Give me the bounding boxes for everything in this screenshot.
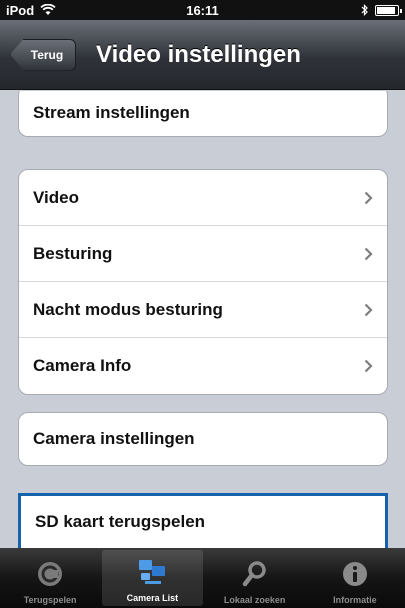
row-label: Nacht modus besturing — [33, 299, 223, 319]
row-label: Besturing — [33, 243, 113, 263]
tab-label: Terugspelen — [23, 595, 77, 605]
control-row[interactable]: Besturing — [19, 226, 387, 282]
playback-icon — [38, 562, 63, 586]
status-right — [361, 4, 402, 16]
bluetooth-icon — [361, 4, 368, 16]
info-icon — [342, 562, 367, 586]
chevron-right-icon — [364, 359, 373, 373]
camera-info-row[interactable]: Camera Info — [19, 338, 387, 394]
chevron-right-icon — [364, 303, 373, 316]
chevron-right-icon — [364, 247, 373, 260]
video-row[interactable]: Video — [19, 170, 387, 226]
row-label: Stream instellingen — [33, 103, 190, 122]
tab-playback[interactable]: Terugspelen — [0, 548, 100, 608]
night-mode-row[interactable]: Nacht modus besturing — [19, 282, 387, 338]
page-title: Video instellingen — [96, 40, 301, 68]
camera-settings-group: Camera instellingen — [18, 412, 388, 466]
tab-info[interactable]: Informatie — [305, 548, 405, 608]
row-label: Camera Info — [33, 356, 132, 375]
tab-camera-list[interactable]: Camera List — [102, 550, 203, 606]
status-left: iPod — [6, 3, 56, 18]
stream-settings-group: Stream instellingen — [18, 91, 388, 137]
settings-list[interactable]: Stream instellingen Video Besturing Nach… — [0, 91, 405, 548]
camera-list-icon — [139, 560, 166, 584]
camera-settings-row[interactable]: Camera instellingen — [19, 413, 387, 465]
tab-local-search[interactable]: Lokaal zoeken — [205, 548, 305, 608]
chevron-right-icon — [364, 191, 373, 204]
row-label: SD kaart terugspelen — [35, 512, 206, 531]
back-button[interactable]: Terug — [10, 38, 76, 71]
search-icon — [242, 561, 266, 587]
sd-playback-row[interactable]: SD kaart terugspelen — [21, 496, 385, 548]
status-bar: iPod 16:11 — [0, 0, 405, 20]
battery-icon — [375, 4, 402, 16]
tab-bar: Terugspelen Camera List Lokaal zoeken In… — [0, 548, 405, 608]
carrier-label: iPod — [6, 2, 35, 18]
battery-fill — [377, 6, 395, 14]
video-options-group: Video Besturing Nacht modus besturing Ca… — [18, 169, 388, 395]
tab-label: Lokaal zoeken — [223, 595, 286, 605]
tab-label: Camera List — [126, 593, 179, 603]
row-label: Video — [33, 187, 79, 207]
stream-settings-row[interactable]: Stream instellingen — [19, 91, 387, 136]
status-time: 16:11 — [186, 2, 219, 18]
sd-playback-group: SD kaart terugspelen — [18, 493, 388, 548]
wifi-icon — [40, 4, 56, 15]
tab-label: Informatie — [333, 595, 377, 605]
nav-bar: Terug Video instellingen — [0, 20, 405, 90]
row-label: Camera instellingen — [33, 429, 195, 448]
